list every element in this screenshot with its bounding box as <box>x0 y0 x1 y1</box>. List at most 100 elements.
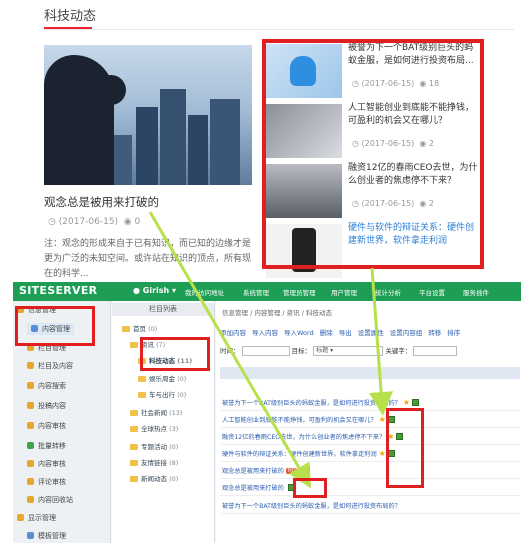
folder-icon <box>130 444 138 450</box>
content-main: 信息管理 / 内容管理 / 资讯 / 科技动态 添加内容 导入内容 导入Word 删除… <box>216 301 521 543</box>
row-divider <box>220 495 520 496</box>
sidebar-item-icon <box>27 362 34 369</box>
toolbar-button[interactable]: 设置属性 <box>358 329 384 337</box>
content-row-title[interactable]: 硬件与软件的辩证关系：硬件创建新世界，软件拿走利润 <box>222 451 377 458</box>
sidebar-item-icon <box>27 496 34 503</box>
content-row-title[interactable]: 被誉为下一个BAT级别巨头的蚂蚁金服，是如何进行投资布局的？ <box>222 503 401 510</box>
sidebar-item[interactable]: 内容审核 <box>27 459 66 469</box>
content-row-title[interactable]: 观念总是被用来打破的 <box>222 485 284 492</box>
sidebar-item-icon <box>27 422 34 429</box>
breadcrumb: 信息管理 / 内容管理 / 资讯 / 科技动态 <box>222 309 332 317</box>
tree-node-label: 友情链接 <box>141 459 167 467</box>
sidebar-item[interactable]: 栏目及内容 <box>27 361 73 371</box>
hero-description: 注：观念的形成来自于已有知识，而已知的边缘才是更为广泛的未知空间。或许站在知识的… <box>44 239 252 279</box>
content-row[interactable]: 被誉为下一个BAT级别巨头的蚂蚁金服，是如何进行投资布局的？ <box>222 501 401 510</box>
content-row[interactable]: 人工智能创业到底能不能挣钱，可盈利的机会又在哪儿？ ★ <box>222 415 395 424</box>
row-divider <box>220 513 520 514</box>
topnav-item[interactable]: 统计分析 <box>375 287 401 297</box>
hero-meta: ◷ (2017-06-15) ◉ 0 <box>48 217 140 227</box>
content-row-title[interactable]: 观念总是被用来打破的 <box>222 468 284 475</box>
silhouette-figure <box>44 55 114 185</box>
cms-logo[interactable]: SITESERVER <box>19 284 97 297</box>
tree-node-label: 新闻动态 <box>141 475 167 483</box>
keyword-input[interactable] <box>413 346 458 356</box>
row-divider <box>220 461 520 462</box>
folder-icon <box>130 426 138 432</box>
target-select[interactable]: 标题 ▾ <box>313 346 384 356</box>
sidebar-item[interactable]: 投稿内容 <box>27 401 66 411</box>
topnav-item[interactable]: 平台设置 <box>419 287 445 297</box>
tree-node-count: (0) <box>148 325 158 333</box>
tree-node[interactable]: 车与出行 (0) <box>138 389 186 399</box>
hero-title[interactable]: 观念总是被用来打破的 <box>44 194 159 210</box>
folder-icon <box>130 410 138 416</box>
highlight-box-star-icons <box>386 408 424 488</box>
content-row[interactable]: 观念总是被用来打破的 HOT <box>222 466 310 475</box>
content-row-title[interactable]: 融资12亿的春雨CEO去世，为什么创业者的焦虑停不下来？ <box>222 434 385 441</box>
tree-node-label: 车与出行 <box>149 391 175 399</box>
sidebar-item[interactable]: 批量转移 <box>27 441 66 451</box>
content-row-title[interactable]: 人工智能创业到底能不能挣钱，可盈利的机会又在哪儿？ <box>222 417 377 424</box>
sidebar-item[interactable]: 模板管理 <box>27 531 66 541</box>
tree-node-label: 首页 <box>133 325 146 333</box>
topnav-item[interactable]: 服务插件 <box>463 287 489 297</box>
row-divider <box>220 427 520 428</box>
time-input[interactable] <box>241 346 290 356</box>
content-row[interactable]: 硬件与软件的辩证关系：硬件创建新世界，软件拿走利润 ★ <box>222 449 395 458</box>
sidebar-item[interactable]: 内容回收站 <box>27 495 73 505</box>
tree-header: 栏目列表 <box>112 303 214 316</box>
topnav-item[interactable]: 我的访问地址 <box>185 287 224 297</box>
tree-node-label: 娱乐周金 <box>149 375 175 383</box>
toolbar-button[interactable]: 添加内容 <box>220 329 246 337</box>
tree-node[interactable]: 友情链接 (8) <box>130 457 178 467</box>
tree-node[interactable]: 娱乐周金 (0) <box>138 373 186 383</box>
star-icon: ★ <box>378 415 386 424</box>
folder-icon <box>138 392 146 398</box>
star-icon: ★ <box>402 398 410 407</box>
highlight-box-sidebar <box>15 306 95 346</box>
tree-node-label: 专题活动 <box>141 443 167 451</box>
sidebar-item-label: 栏目及内容 <box>38 362 73 370</box>
topnav-item[interactable]: 用户管理 <box>331 287 357 297</box>
tree-node[interactable]: 社会新闻 (13) <box>130 407 182 417</box>
sidebar-item[interactable]: 显示管理 <box>17 513 56 523</box>
hero-image[interactable] <box>44 45 252 185</box>
tree-node-label: 社会新闻 <box>141 409 167 417</box>
sidebar-item-icon <box>27 402 34 409</box>
tree-node[interactable]: 首页 (0) <box>122 323 157 333</box>
sidebar-item-icon <box>17 514 24 521</box>
site-switcher[interactable]: ● Girish ▾ <box>133 286 176 295</box>
content-row[interactable]: 被誉为下一个BAT级别巨头的蚂蚁金服，是如何进行投资布局的？ ★ <box>222 398 419 407</box>
sidebar-item-label: 内容审核 <box>38 460 66 468</box>
toolbar-button[interactable]: 设置内容组 <box>390 329 423 337</box>
topnav-item[interactable]: 管理员管理 <box>283 287 316 297</box>
content-row-title[interactable]: 被誉为下一个BAT级别巨头的蚂蚁金服，是如何进行投资布局的？ <box>222 400 401 407</box>
sidebar-item[interactable]: 内容审核 <box>27 421 66 431</box>
toolbar-button[interactable]: 转移 <box>428 329 441 337</box>
folder-icon <box>138 376 146 382</box>
tree-node-count: (3) <box>169 425 179 433</box>
content-row[interactable]: 观念总是被用来打破的 <box>222 483 295 492</box>
sidebar-item[interactable]: 评论审核 <box>27 477 66 487</box>
toolbar-button[interactable]: 删除 <box>320 329 333 337</box>
tree-node[interactable]: 新闻动态 (0) <box>130 473 178 483</box>
keyword-label: 关键字： <box>385 347 412 355</box>
tree-node-count: (0) <box>177 375 187 383</box>
toolbar-button[interactable]: 导入Word <box>284 329 314 337</box>
toolbar-button[interactable]: 排序 <box>447 329 460 337</box>
toolbar-button[interactable]: 导出 <box>339 329 352 337</box>
toolbar-button[interactable]: 导入内容 <box>252 329 278 337</box>
sidebar-item-label: 模板管理 <box>38 532 66 540</box>
tree-node-count: (0) <box>169 475 179 483</box>
tree-node-label: 全球热点 <box>141 425 167 433</box>
content-row[interactable]: 融资12亿的春雨CEO去世，为什么创业者的焦虑停不下来？ ★ <box>222 432 404 441</box>
tree-node[interactable]: 专题活动 (0) <box>130 441 178 451</box>
tree-node[interactable]: 全球热点 (3) <box>130 423 178 433</box>
highlight-box-hot-icons <box>293 478 327 498</box>
folder-icon <box>130 476 138 482</box>
sidebar-item-icon <box>27 442 34 449</box>
list-header <box>220 367 520 379</box>
sidebar-item[interactable]: 内容搜索 <box>27 381 66 391</box>
topnav-item[interactable]: 系统管理 <box>243 287 269 297</box>
tree-node-count: (13) <box>169 409 183 417</box>
